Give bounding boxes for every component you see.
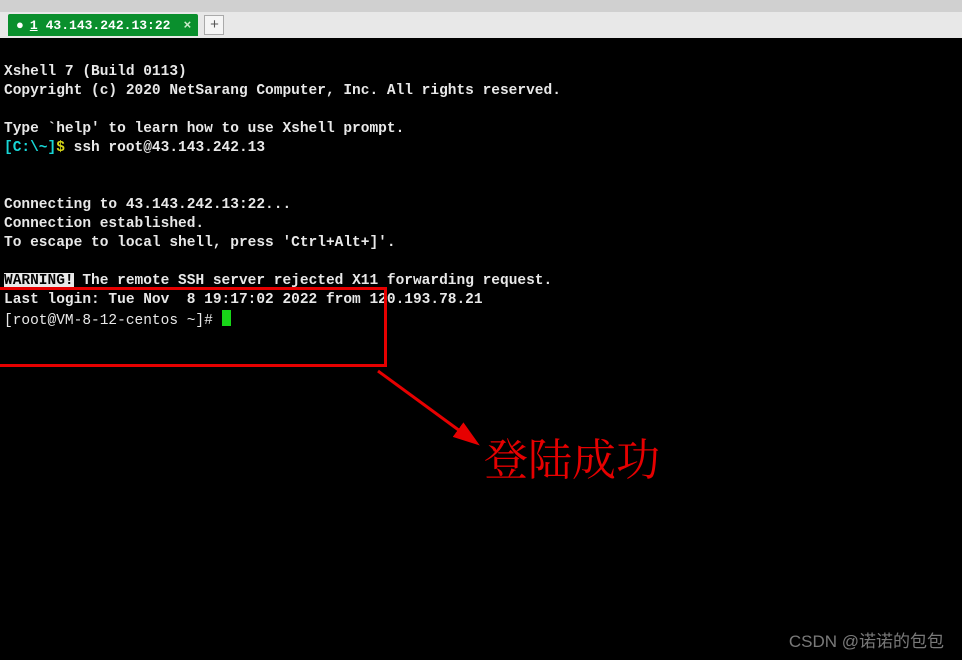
session-tab-active[interactable]: ● 1 43.143.242.13:22 × xyxy=(8,14,198,36)
cursor-block xyxy=(222,310,231,326)
new-tab-button[interactable]: + xyxy=(204,15,224,35)
session-tab-title: 43.143.242.13:22 xyxy=(46,18,171,33)
watermark: CSDN @诺诺的包包 xyxy=(789,627,944,652)
copyright-line: Copyright (c) 2020 NetSarang Computer, I… xyxy=(4,83,561,99)
annotation-arrow xyxy=(370,367,510,477)
warning-rest: The remote SSH server rejected X11 forwa… xyxy=(74,273,553,289)
tab-bar: ● 1 43.143.242.13:22 × + xyxy=(0,12,962,38)
ssh-command: ssh root@43.143.242.13 xyxy=(65,140,265,156)
last-login-line: Last login: Tue Nov 8 19:17:02 2022 from… xyxy=(4,292,483,308)
local-prompt-symbol: $ xyxy=(56,140,65,156)
remote-prompt: [root@VM-8-12-centos ~]# xyxy=(4,313,222,329)
banner-line: Xshell 7 (Build 0113) xyxy=(4,64,187,80)
session-tab-index: 1 xyxy=(30,18,38,33)
local-prompt-path: [C:\~] xyxy=(4,140,56,156)
terminal-output[interactable]: Xshell 7 (Build 0113) Copyright (c) 2020… xyxy=(0,38,962,337)
session-tab-bullet: ● xyxy=(16,18,24,33)
annotation-text: 登陆成功 xyxy=(484,424,660,488)
help-line: Type `help' to learn how to use Xshell p… xyxy=(4,121,404,137)
established-line: Connection established. xyxy=(4,216,204,232)
warning-tag: WARNING! xyxy=(4,273,74,289)
window-chrome-strip xyxy=(0,0,962,12)
connecting-line: Connecting to 43.143.242.13:22... xyxy=(4,197,291,213)
escape-line: To escape to local shell, press 'Ctrl+Al… xyxy=(4,235,396,251)
close-tab-button[interactable]: × xyxy=(180,18,194,32)
